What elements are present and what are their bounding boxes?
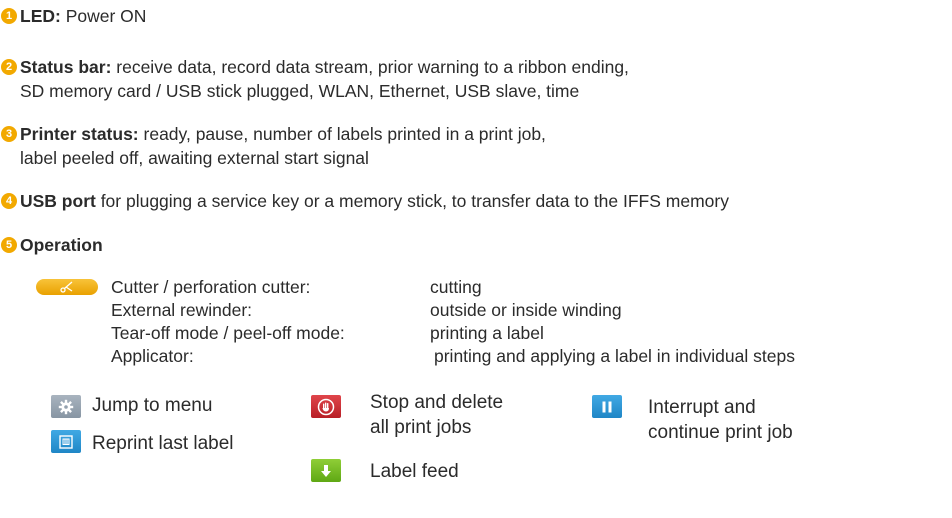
status-bar-text-line2: SD memory card / USB stick plugged, WLAN… — [20, 81, 580, 101]
pause-button[interactable] — [592, 395, 622, 418]
status-bar-title: Status bar: — [20, 57, 112, 77]
usb-port-text: for plugging a service key or a memory s… — [95, 191, 729, 211]
number-badge-2: 2 — [1, 59, 17, 75]
printer-status-text: ready, pause, number of labels printed i… — [138, 124, 546, 144]
pause-icon — [602, 401, 612, 412]
reprint-button[interactable] — [51, 430, 81, 453]
led-description: LED: Power ON — [20, 5, 146, 27]
status-bar-text: receive data, record data stream, prior … — [111, 57, 629, 77]
status-bar-description: Status bar: receive data, record data st… — [20, 56, 629, 78]
stop-hand-icon — [317, 398, 335, 415]
operation-action-rewinder: outside or inside winding — [430, 300, 622, 320]
operation-mode-rewinder: External rewinder: — [111, 300, 253, 320]
usb-port-title: USB port — [20, 191, 96, 211]
scissors-icon — [60, 281, 73, 293]
pause-button-label-line2: continue print job — [648, 422, 793, 443]
operation-title: Operation — [20, 235, 103, 255]
number-badge-4: 4 — [1, 193, 17, 209]
stop-button-label-line1: Stop and delete — [370, 392, 504, 413]
feed-button-label: Label feed — [370, 461, 459, 482]
stop-button[interactable] — [311, 395, 341, 418]
printer-status-description: Printer status: ready, pause, number of … — [20, 123, 546, 145]
operation-action-cutter: cutting — [430, 277, 482, 297]
printer-icon — [59, 434, 73, 449]
menu-button-label: Jump to menu — [92, 395, 213, 416]
operation-action-tearoff: printing a label — [430, 323, 544, 343]
feed-button[interactable] — [311, 459, 341, 482]
operation-action-applicator: printing and applying a label in individ… — [434, 346, 795, 366]
arrow-down-icon — [321, 464, 331, 477]
pause-button-label-line1: Interrupt and — [648, 397, 756, 418]
led-text: Power ON — [60, 6, 147, 26]
operation-mode-cutter: Cutter / perforation cutter: — [111, 277, 311, 297]
stop-button-label-line2: all print jobs — [370, 417, 472, 438]
menu-button[interactable] — [51, 395, 81, 418]
printer-status-text-line2: label peeled off, awaiting external star… — [20, 148, 369, 168]
number-badge-5: 5 — [1, 237, 17, 253]
cutter-button[interactable] — [36, 279, 98, 295]
reprint-button-label: Reprint last label — [92, 433, 234, 454]
number-badge-3: 3 — [1, 126, 17, 142]
number-badge-1: 1 — [1, 8, 17, 24]
led-title: LED: — [20, 6, 61, 26]
gear-icon — [58, 399, 74, 414]
operation-mode-tearoff: Tear-off mode / peel-off mode: — [111, 323, 345, 343]
printer-status-title: Printer status: — [20, 124, 139, 144]
usb-port-description: USB port for plugging a service key or a… — [20, 190, 729, 212]
operation-mode-applicator: Applicator: — [111, 346, 194, 366]
